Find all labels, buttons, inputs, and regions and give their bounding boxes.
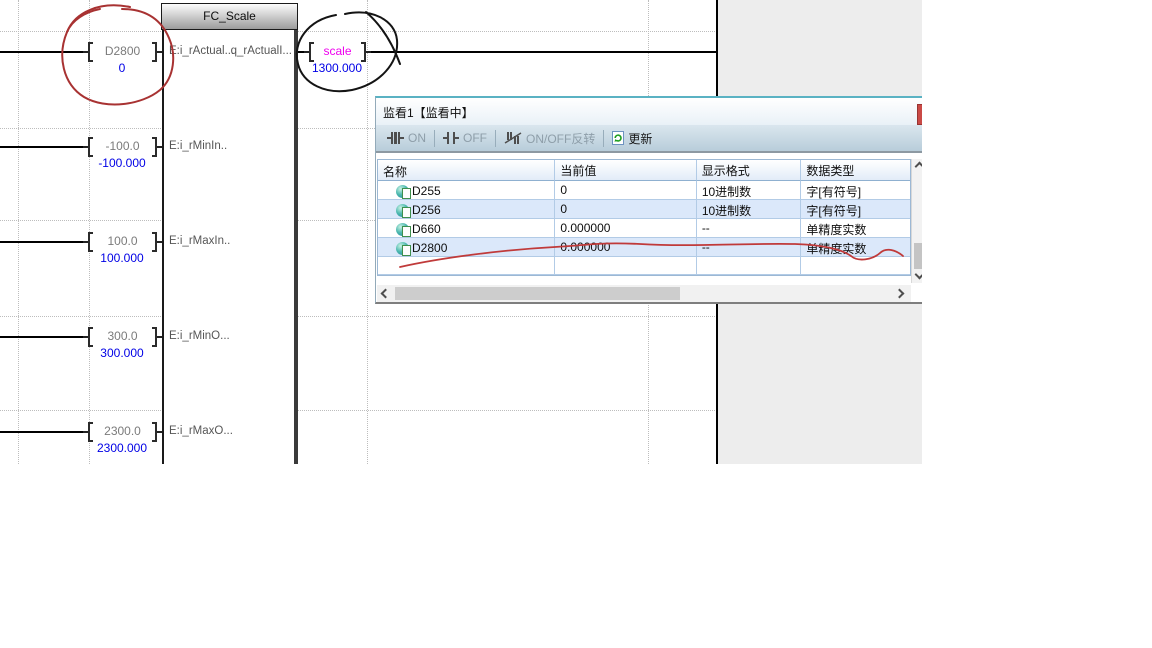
update-button-label: 更新 (628, 130, 652, 147)
operand-label: 2300.0 (93, 422, 152, 442)
toolbar-separator (434, 130, 435, 147)
fb-block-header[interactable]: FC_Scale (161, 3, 298, 30)
vertical-scroll-thumb[interactable] (914, 243, 922, 269)
device-name: D2800 (412, 241, 447, 255)
onoff-invert-button[interactable]: ON/OFF反转 (497, 130, 602, 147)
operand-box-input[interactable]: D2800 (88, 42, 157, 62)
device-icon (396, 223, 409, 236)
monitor-value: 2300.000 (82, 441, 162, 455)
watch-window-titlebar[interactable]: 监看1【监看中】 (376, 98, 922, 125)
current-value[interactable]: 0.000000 (555, 238, 696, 257)
operand-label: scale (314, 42, 361, 62)
wire (0, 241, 88, 243)
vertical-scrollbar[interactable] (911, 159, 922, 283)
scroll-up-arrow[interactable] (915, 162, 922, 172)
device-name: D256 (412, 203, 441, 217)
off-contact-icon (443, 132, 459, 144)
device-icon (396, 204, 409, 217)
toolbar-separator (495, 130, 496, 147)
operand-label: D2800 (93, 42, 152, 62)
column-header[interactable]: 数据类型 (801, 160, 910, 181)
display-format[interactable]: -- (697, 238, 802, 257)
monitor-value: 1300.000 (297, 61, 377, 75)
monitor-value: -100.000 (82, 156, 162, 170)
device-icon (396, 185, 409, 198)
device-name: D255 (412, 184, 441, 198)
operand-box-input[interactable]: 2300.0 (88, 422, 157, 442)
data-type[interactable]: 单精度实数 (801, 238, 910, 257)
table-row-selected[interactable]: D2800 0.000000 -- 单精度实数 (378, 238, 910, 257)
table-row[interactable]: D255 0 10进制数 字[有符号] (378, 181, 910, 200)
scroll-right-arrow[interactable] (895, 289, 905, 299)
operand-box-input[interactable]: 300.0 (88, 327, 157, 347)
table-row[interactable]: D256 0 10进制数 字[有符号] (378, 200, 910, 219)
wire (366, 51, 717, 53)
on-contact-icon (387, 132, 404, 144)
watch-window-title: 监看1【监看中】 (383, 104, 474, 121)
scroll-down-arrow[interactable] (915, 270, 922, 280)
current-value[interactable]: 0 (555, 181, 696, 200)
fb-pin-label: E:i_rMinIn.. (169, 140, 227, 152)
wire (0, 51, 88, 53)
wire (0, 336, 88, 338)
plc-editor-viewport: FC_Scale E:i_rActual... E:i_rMinIn.. E:i… (0, 0, 922, 464)
toolbar-separator (603, 130, 604, 147)
display-format[interactable]: 10进制数 (697, 200, 802, 219)
data-type[interactable]: 单精度实数 (801, 219, 910, 238)
off-button[interactable]: OFF (436, 131, 494, 145)
scroll-left-arrow[interactable] (381, 289, 391, 299)
onoff-invert-icon (504, 132, 522, 144)
grid-line (18, 0, 19, 464)
operand-label: 300.0 (93, 327, 152, 347)
fb-pin-label: E:i_rMaxIn.. (169, 235, 230, 247)
operand-label: -100.0 (93, 137, 152, 157)
grid-line (0, 410, 717, 411)
on-button[interactable]: ON (380, 131, 433, 145)
fb-block-body[interactable] (162, 30, 298, 464)
display-format[interactable]: -- (697, 219, 802, 238)
horizontal-scroll-thumb[interactable] (395, 287, 680, 300)
grid-line (0, 316, 717, 317)
operand-box-input[interactable]: -100.0 (88, 137, 157, 157)
watch-toolbar: ON OFF ON/OFF反转 (376, 125, 922, 153)
current-value[interactable]: 0.000000 (555, 219, 696, 238)
column-header[interactable]: 显示格式 (697, 160, 802, 181)
current-value[interactable]: 0 (555, 200, 696, 219)
device-icon (396, 242, 409, 255)
column-header[interactable]: 名称 (378, 160, 555, 181)
wire (0, 146, 88, 148)
fb-pin-label: E:i_rMinO... (169, 330, 230, 342)
monitor-value: 300.000 (82, 346, 162, 360)
close-button[interactable] (917, 104, 922, 125)
off-button-label: OFF (463, 131, 487, 145)
table-header-row: 名称 当前值 显示格式 数据类型 (378, 160, 910, 181)
column-header[interactable]: 当前值 (555, 160, 696, 181)
watch-window: 监看1【监看中】 ON OFF (375, 96, 922, 304)
operand-label: 100.0 (93, 232, 152, 252)
fb-pin-label: E:i_rMaxO... (169, 425, 233, 437)
table-row-empty[interactable] (378, 257, 910, 275)
update-button[interactable]: 更新 (605, 130, 659, 147)
display-format[interactable]: 10进制数 (697, 181, 802, 200)
watch-table: 名称 当前值 显示格式 数据类型 D255 0 10进制数 字[有符号] D25… (377, 159, 911, 276)
table-row[interactable]: D660 0.000000 -- 单精度实数 (378, 219, 910, 238)
grid-line (0, 31, 717, 32)
onoff-invert-label: ON/OFF反转 (526, 130, 595, 147)
refresh-icon (612, 131, 624, 145)
wire (0, 431, 88, 433)
fb-pin-label: q_rActualI... (222, 45, 292, 57)
monitor-value: 100.000 (82, 251, 162, 265)
on-button-label: ON (408, 131, 426, 145)
operand-box-input[interactable]: 100.0 (88, 232, 157, 252)
monitor-value: 0 (82, 61, 162, 75)
data-type[interactable]: 字[有符号] (801, 200, 910, 219)
operand-box-output[interactable]: scale (309, 42, 366, 62)
data-type[interactable]: 字[有符号] (801, 181, 910, 200)
horizontal-scrollbar[interactable] (377, 285, 911, 302)
device-name: D660 (412, 222, 441, 236)
